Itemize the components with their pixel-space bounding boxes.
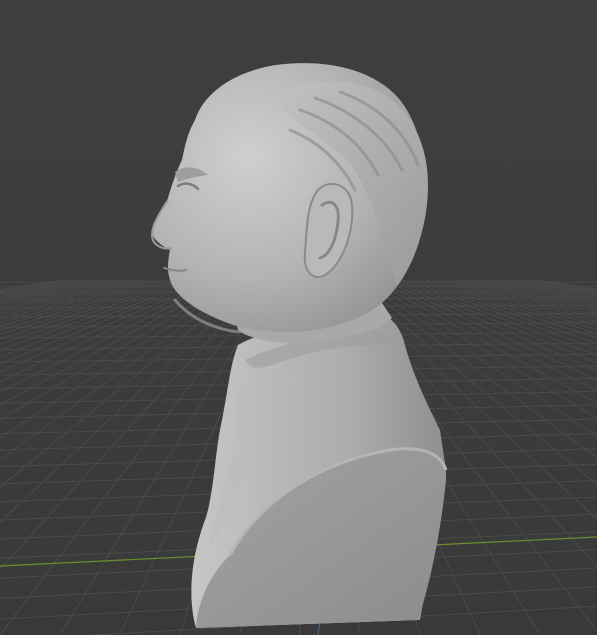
3d-viewport[interactable]: [0, 0, 597, 635]
